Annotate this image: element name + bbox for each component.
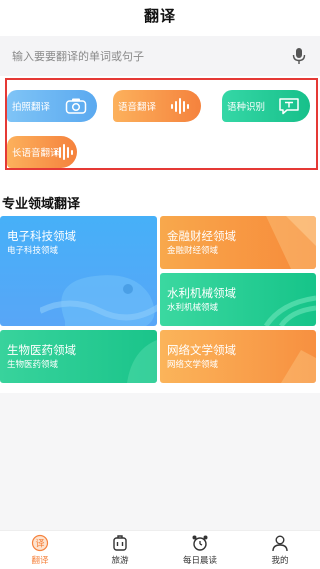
domain-subtitle: 网络文学领域 — [167, 360, 219, 370]
header: 翻译 — [0, 0, 320, 30]
alarm-clock-icon — [192, 535, 208, 551]
tab-label: 我的 — [271, 556, 289, 566]
search-input[interactable] — [12, 49, 290, 63]
tab-travel[interactable]: 旅游 — [80, 531, 160, 569]
domain-card-web-literature[interactable]: 网络文学领域 网络文学领域 — [160, 330, 316, 383]
tab-label: 每日晨读 — [182, 556, 217, 566]
text-bubble-icon — [279, 98, 299, 115]
empty-content-area — [0, 393, 320, 530]
tab-label: 翻译 — [31, 556, 49, 566]
camera-icon — [65, 98, 87, 114]
search-bar[interactable] — [0, 36, 320, 76]
user-icon — [272, 535, 288, 552]
translate-icon: 译 — [31, 534, 49, 552]
wave-decoration — [263, 295, 316, 326]
leaf-decoration — [127, 340, 157, 383]
quick-actions-panel: 拍照翻译 语音翻译 语种识别 长语音翻译 — [5, 78, 318, 170]
tab-label: 旅游 — [111, 556, 129, 566]
domain-subtitle: 生物医药领域 — [7, 360, 59, 370]
app-screen: 翻译 拍照翻译 语音翻译 — [0, 0, 320, 569]
domain-title: 水利机械领域 — [167, 286, 236, 300]
domain-subtitle: 电子科技领域 — [7, 246, 59, 256]
blob-decoration — [40, 275, 157, 326]
waveform-icon — [171, 98, 189, 114]
domain-card-finance[interactable]: 金融财经领域 金融财经领域 — [160, 216, 316, 269]
page-title: 翻译 — [143, 6, 176, 25]
section-title: 专业领域翻译 — [2, 197, 81, 212]
bottom-tab-bar: 译 翻译 旅游 每日晨读 我的 — [0, 530, 320, 569]
book-decoration — [281, 350, 316, 383]
mic-icon[interactable] — [290, 47, 308, 65]
long-voice-translate-button[interactable]: 长语音翻译 — [7, 136, 77, 168]
photo-translate-label: 拍照翻译 — [12, 102, 51, 113]
domain-title: 生物医药领域 — [7, 343, 76, 357]
domain-card-hydraulic[interactable]: 水利机械领域 水利机械领域 — [160, 273, 316, 326]
luggage-icon — [113, 535, 127, 551]
domain-title: 金融财经领域 — [167, 229, 236, 243]
domain-title: 电子科技领域 — [7, 229, 76, 243]
voice-translate-button[interactable]: 语音翻译 — [113, 90, 201, 122]
voice-translate-label: 语音翻译 — [118, 102, 157, 113]
svg-text:译: 译 — [35, 539, 44, 550]
stripe-decoration — [266, 216, 316, 269]
tab-daily-reading[interactable]: 每日晨读 — [160, 531, 240, 569]
waveform-icon — [55, 144, 73, 160]
domain-subtitle: 金融财经领域 — [167, 246, 219, 256]
photo-translate-button[interactable]: 拍照翻译 — [7, 90, 97, 122]
domain-title: 网络文学领域 — [167, 343, 236, 357]
tab-translate[interactable]: 译 翻译 — [0, 531, 80, 569]
domain-card-biomedicine[interactable]: 生物医药领域 生物医药领域 — [0, 330, 157, 383]
language-detect-label: 语种识别 — [227, 102, 266, 113]
domain-subtitle: 水利机械领域 — [167, 303, 219, 313]
tab-profile[interactable]: 我的 — [240, 531, 320, 569]
language-detect-button[interactable]: 语种识别 — [222, 90, 310, 122]
domain-card-electronics[interactable]: 电子科技领域 电子科技领域 — [0, 216, 157, 326]
